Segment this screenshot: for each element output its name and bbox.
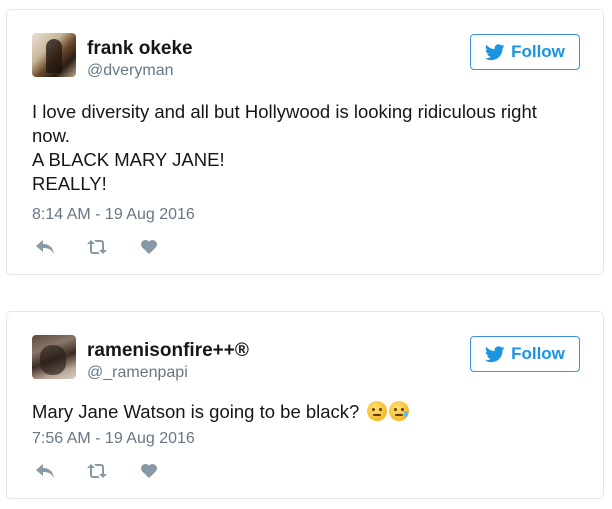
follow-label: Follow (511, 344, 565, 363)
like-icon[interactable] (138, 238, 160, 256)
retweet-icon[interactable] (86, 462, 108, 480)
twitter-bird-icon (485, 345, 505, 362)
avatar[interactable] (32, 335, 76, 379)
tweet-text-line: Mary Jane Watson is going to be black? (32, 400, 572, 424)
like-icon[interactable] (138, 462, 160, 480)
sad-tear-face-emoji (388, 401, 409, 421)
tweet-actions (34, 462, 160, 480)
follow-button[interactable]: Follow (470, 336, 580, 372)
thinking-face-emoji (366, 401, 387, 421)
tweet-card: frank okeke @dveryman Follow I love dive… (6, 9, 604, 275)
display-name[interactable]: ramenisonfire++® (87, 340, 249, 362)
tweet-actions (34, 238, 160, 256)
tweet-text-line: now. (32, 125, 71, 146)
follow-button[interactable]: Follow (470, 34, 580, 70)
tweet-text-line: A BLACK MARY JANE! (32, 149, 225, 170)
retweet-icon[interactable] (86, 238, 108, 256)
tweet-text-line: I love diversity and all but Hollywood i… (32, 101, 537, 122)
user-handle[interactable]: @dveryman (87, 62, 174, 80)
tweet-text: I love diversity and all but Hollywood i… (32, 100, 572, 196)
tweet-text-line: REALLY! (32, 173, 107, 194)
avatar[interactable] (32, 33, 76, 77)
tweet-timestamp[interactable]: 8:14 AM - 19 Aug 2016 (32, 206, 195, 224)
reply-icon[interactable] (34, 238, 56, 256)
follow-label: Follow (511, 42, 565, 61)
display-name[interactable]: frank okeke (87, 38, 193, 60)
reply-icon[interactable] (34, 462, 56, 480)
tweet-card: ramenisonfire++® @_ramenpapi Follow Mary… (6, 311, 604, 499)
tweet-timestamp[interactable]: 7:56 AM - 19 Aug 2016 (32, 430, 195, 448)
user-handle[interactable]: @_ramenpapi (87, 364, 188, 382)
tweet-text: Mary Jane Watson is going to be black? (32, 400, 572, 424)
tweet-text-content: Mary Jane Watson is going to be black? (32, 401, 360, 422)
twitter-bird-icon (485, 43, 505, 60)
